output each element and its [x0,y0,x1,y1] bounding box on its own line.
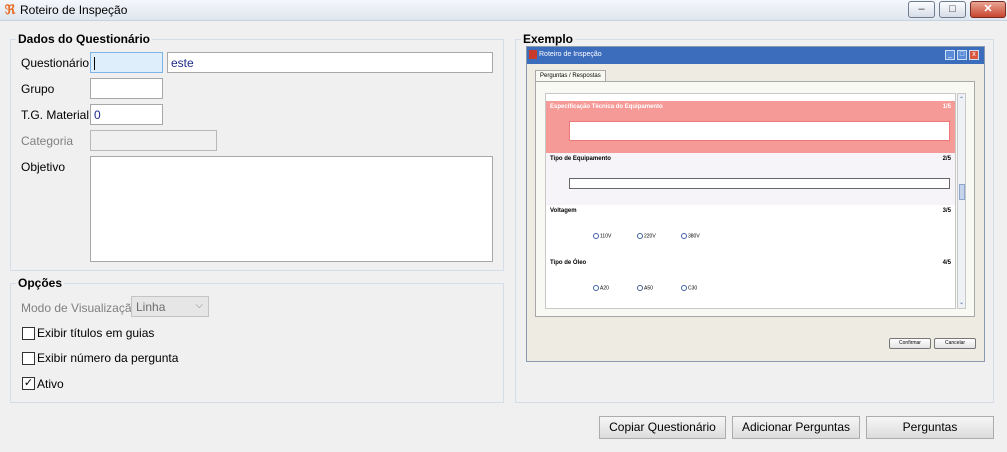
example-question-list: Especificação Técnica do Equipamento 1/5 T… [545,93,956,309]
ativo-label[interactable]: Ativo [37,377,64,391]
opcoes-title: Opções [16,276,65,290]
example-question-title: Tipo de Equipamento [550,156,611,162]
radio-icon [637,233,643,239]
example-radio-label: 380V [688,233,700,240]
title-bar: ℜ Roteiro de Inspeção ‒ □ ✕ [0,0,1007,21]
objetivo-textarea[interactable] [90,156,493,262]
dados-questionario-title: Dados do Questionário [16,32,153,46]
radio-icon [681,285,687,291]
modo-visualizacao-select[interactable]: Linha ⌵ [131,296,209,317]
example-app-icon [529,50,537,59]
example-scroll-up-icon: ⌃ [958,97,965,103]
app-icon: ℜ [4,2,16,17]
radio-icon [681,233,687,239]
example-cancel-button: Cancelar [934,338,976,349]
example-minimize-icon: _ [945,50,955,60]
example-question-title: Especificação Técnica do Equipamento [550,104,663,110]
example-question-number: 1/5 [942,104,951,110]
adicionar-perguntas-button[interactable]: Adicionar Perguntas [732,416,860,439]
example-question-row: Especificação Técnica do Equipamento 1/5 [546,101,955,153]
example-radio-label: 110V [600,233,612,240]
tg-material-input[interactable]: 0 [90,104,163,125]
example-body: Perguntas / Respostas Especificação Técn… [527,64,984,361]
modo-visualizacao-label: Modo de Visualização [21,301,139,315]
radio-icon [637,285,643,291]
example-window-title: Roteiro de Inspeção [539,51,602,58]
example-close-icon: x [969,50,979,60]
example-confirm-button: Confirmar [889,338,931,349]
example-scrollbar: ⌃ ⌄ [957,93,966,309]
example-titlebar: Roteiro de Inspeção _ □ x [527,47,984,64]
radio-icon [593,285,599,291]
example-question-row: Voltagem 3/5 110V 220V 380V [546,205,955,257]
questionario-label: Questionário [21,56,90,70]
exibir-titulos-label[interactable]: Exibir títulos em guias [37,326,154,340]
example-radio-option: A20 [593,285,609,291]
exibir-numero-label[interactable]: Exibir número da pergunta [37,351,178,365]
objetivo-label: Objetivo [21,160,66,174]
example-question-row: Tipo de Óleo 4/5 A20 A50 C30 [546,257,955,308]
example-maximize-icon: □ [957,50,967,60]
example-radio-label: A20 [600,285,609,292]
checkmark-icon: ✓ [23,377,34,389]
example-radio-option: 380V [681,233,700,239]
example-question-number: 3/5 [942,208,951,214]
example-radio-label: C30 [688,285,698,292]
example-radio-option: C30 [681,285,697,291]
example-radio-label: 220V [644,233,656,240]
window-title: Roteiro de Inspeção [20,3,128,17]
perguntas-button[interactable]: Perguntas [866,416,994,439]
example-question-title: Voltagem [550,208,577,214]
example-answer-field [569,121,950,141]
example-radio-option: A50 [637,285,653,291]
example-preview: Roteiro de Inspeção _ □ x Perguntas / Re… [526,46,985,362]
grupo-label: Grupo [21,82,55,96]
minimize-button[interactable]: ‒ [908,1,935,18]
questionario-name-input[interactable]: este [167,52,493,73]
exibir-titulos-checkbox[interactable] [22,327,35,340]
example-question-title: Tipo de Óleo [550,260,587,266]
copiar-questionario-button[interactable]: Copiar Questionário [599,416,726,439]
example-radio-option: 110V [593,233,611,239]
example-scroll-thumb [959,184,965,200]
ativo-checkbox[interactable]: ✓ [22,377,35,390]
exibir-numero-checkbox[interactable] [22,352,35,365]
example-radio-option: 220V [637,233,656,239]
example-question-number: 4/5 [942,260,951,266]
categoria-input [90,130,217,151]
categoria-label: Categoria [21,134,74,148]
example-radio-label: A50 [644,285,653,292]
questionario-code-input[interactable] [90,52,163,73]
exemplo-title: Exemplo [521,32,576,46]
tg-material-label: T.G. Material [21,108,90,122]
chevron-down-icon: ⌵ [195,300,203,311]
grupo-input[interactable] [90,78,163,99]
example-question-row: Tipo de Equipamento 2/5 [546,153,955,205]
example-answer-field [569,178,950,189]
close-button[interactable]: ✕ [970,1,1006,18]
example-scroll-down-icon: ⌄ [958,300,965,306]
maximize-button[interactable]: □ [939,1,966,18]
text-caret [94,57,95,71]
example-question-number: 2/5 [942,156,951,162]
example-panel: Especificação Técnica do Equipamento 1/5 T… [535,81,975,317]
radio-icon [593,233,599,239]
